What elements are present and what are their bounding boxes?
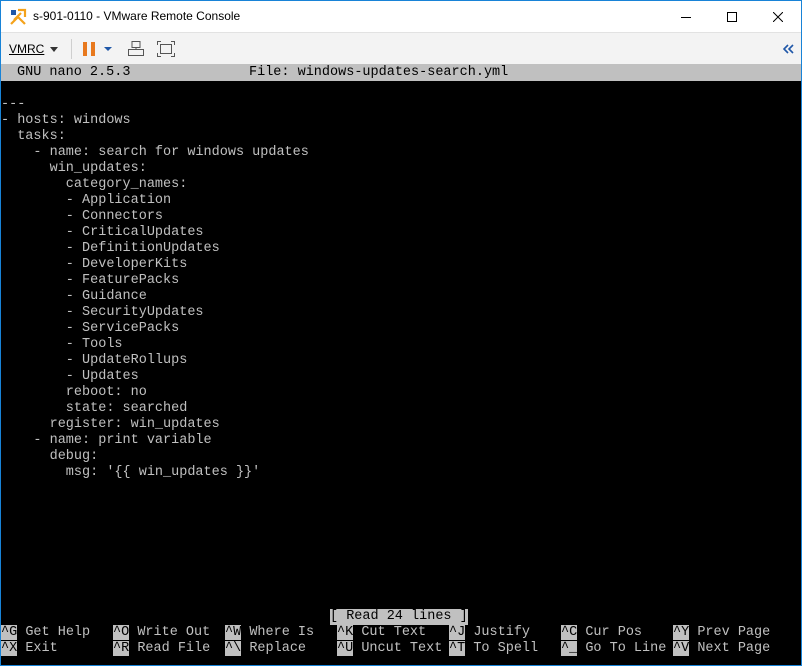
maximize-icon [727, 11, 737, 22]
shortcut-key: ^T [449, 641, 466, 656]
editor-line: - CriticalUpdates [1, 225, 204, 240]
send-keys-button[interactable] [126, 39, 146, 59]
shortcut-key: ^X [1, 641, 18, 656]
shortcut-key: ^Y [673, 625, 690, 640]
shortcut-item: ^X Exit [1, 641, 58, 657]
shortcut-item: ^_ Go To Line [561, 641, 666, 657]
toolbar: VMRC [1, 32, 801, 65]
shortcut-label: Cut Text [361, 625, 427, 640]
shortcut-item: ^W Where Is [225, 625, 314, 641]
window-title: s-901-0110 - VMware Remote Console [33, 9, 241, 23]
title-bar[interactable]: s-901-0110 - VMware Remote Console [1, 1, 801, 32]
shortcut-item: ^J Justify [449, 625, 530, 641]
chevron-down-icon [50, 46, 59, 52]
vmware-logo-icon [9, 8, 27, 26]
shortcut-key: ^\ [225, 641, 242, 656]
editor-line: - FeaturePacks [1, 273, 180, 288]
full-screen-button[interactable] [156, 39, 176, 59]
editor-line: - Guidance [1, 289, 147, 304]
shortcut-item: ^U Uncut Text [337, 641, 442, 657]
close-icon [773, 11, 783, 22]
minimize-icon [681, 16, 691, 18]
shortcut-item: ^V Next Page [673, 641, 770, 657]
editor-line: - hosts: windows [1, 113, 131, 128]
shortcut-label: Go To Line [585, 641, 667, 656]
nano-title-bar: GNU nano 2.5.3 File: windows-updates-sea… [1, 64, 801, 81]
shortcut-label: Read File [137, 641, 211, 656]
editor-line: - SecurityUpdates [1, 305, 204, 320]
editor-line: tasks: [1, 129, 66, 144]
shortcut-key: ^K [337, 625, 354, 640]
vmrc-menu-label: VMRC [9, 42, 45, 56]
editor-line: - ServicePacks [1, 321, 180, 336]
shortcut-item: ^T To Spell [449, 641, 538, 657]
fit-window-icon [157, 41, 175, 57]
editor-line: state: searched [1, 401, 188, 416]
shortcut-label: Get Help [25, 625, 91, 640]
shortcut-label: Exit [25, 641, 58, 656]
editor-line: register: win_updates [1, 417, 220, 432]
console-screen[interactable]: GNU nano 2.5.3 File: windows-updates-sea… [1, 64, 801, 665]
pause-button[interactable] [79, 39, 99, 59]
shortcut-key: ^G [1, 625, 18, 640]
shortcut-label: Cur Pos [585, 625, 643, 640]
shortcut-item: ^C Cur Pos [561, 625, 642, 641]
collapse-library-button[interactable] [779, 39, 799, 59]
shortcut-key: ^U [337, 641, 354, 656]
shortcut-key: ^V [673, 641, 690, 656]
nano-version: GNU nano 2.5.3 [17, 65, 131, 80]
editor-line: debug: [1, 449, 99, 464]
shortcut-item: ^O Write Out [113, 625, 210, 641]
shortcut-key: ^C [561, 625, 578, 640]
power-options-dropdown[interactable] [101, 39, 115, 59]
vmrc-menu-button[interactable]: VMRC [9, 40, 59, 58]
editor-line: - Application [1, 193, 172, 208]
shortcut-key: ^J [449, 625, 466, 640]
editor-line: - Connectors [1, 209, 164, 224]
shortcut-label: To Spell [473, 641, 539, 656]
shortcut-label: Write Out [137, 625, 211, 640]
shortcut-label: Uncut Text [361, 641, 443, 656]
editor-line: msg: '{{ win_updates }}' [1, 465, 261, 480]
editor-line: - Updates [1, 369, 139, 384]
editor-line: category_names: [1, 177, 188, 192]
shortcut-label: Where Is [249, 625, 315, 640]
vmrc-window: s-901-0110 - VMware Remote Console VMRC [0, 0, 802, 666]
shortcut-key: ^_ [561, 641, 578, 656]
editor-line: - UpdateRollups [1, 353, 188, 368]
editor-line: - name: print variable [1, 433, 212, 448]
shortcut-key: ^W [225, 625, 242, 640]
shortcut-key: ^R [113, 641, 130, 656]
editor-line: reboot: no [1, 385, 147, 400]
shortcut-label: Next Page [697, 641, 771, 656]
shortcut-item: ^G Get Help [1, 625, 90, 641]
editor-line: - name: search for windows updates [1, 145, 309, 160]
close-button[interactable] [755, 1, 801, 32]
shortcut-label: Justify [473, 625, 531, 640]
shortcut-key: ^O [113, 625, 130, 640]
shortcut-label: Prev Page [697, 625, 771, 640]
collapse-icon [783, 44, 794, 54]
dropdown-arrow-icon [104, 47, 112, 51]
shortcut-item: ^\ Replace [225, 641, 306, 657]
nano-file-name: File: windows-updates-search.yml [249, 65, 509, 80]
shortcut-item: ^R Read File [113, 641, 210, 657]
maximize-button[interactable] [709, 1, 755, 32]
editor-line: win_updates: [1, 161, 147, 176]
minimize-button[interactable] [663, 1, 709, 32]
editor-line: - DeveloperKits [1, 257, 188, 272]
pause-icon [83, 42, 95, 56]
editor-line: - Tools [1, 337, 123, 352]
toolbar-divider [71, 39, 72, 59]
editor-line: - DefinitionUpdates [1, 241, 220, 256]
shortcut-label: Replace [249, 641, 307, 656]
send-keys-icon [128, 41, 144, 56]
shortcut-item: ^Y Prev Page [673, 625, 770, 641]
editor-line: --- [1, 97, 26, 112]
nano-status-message: [ Read 24 lines ] [330, 609, 468, 625]
shortcut-item: ^K Cut Text [337, 625, 426, 641]
